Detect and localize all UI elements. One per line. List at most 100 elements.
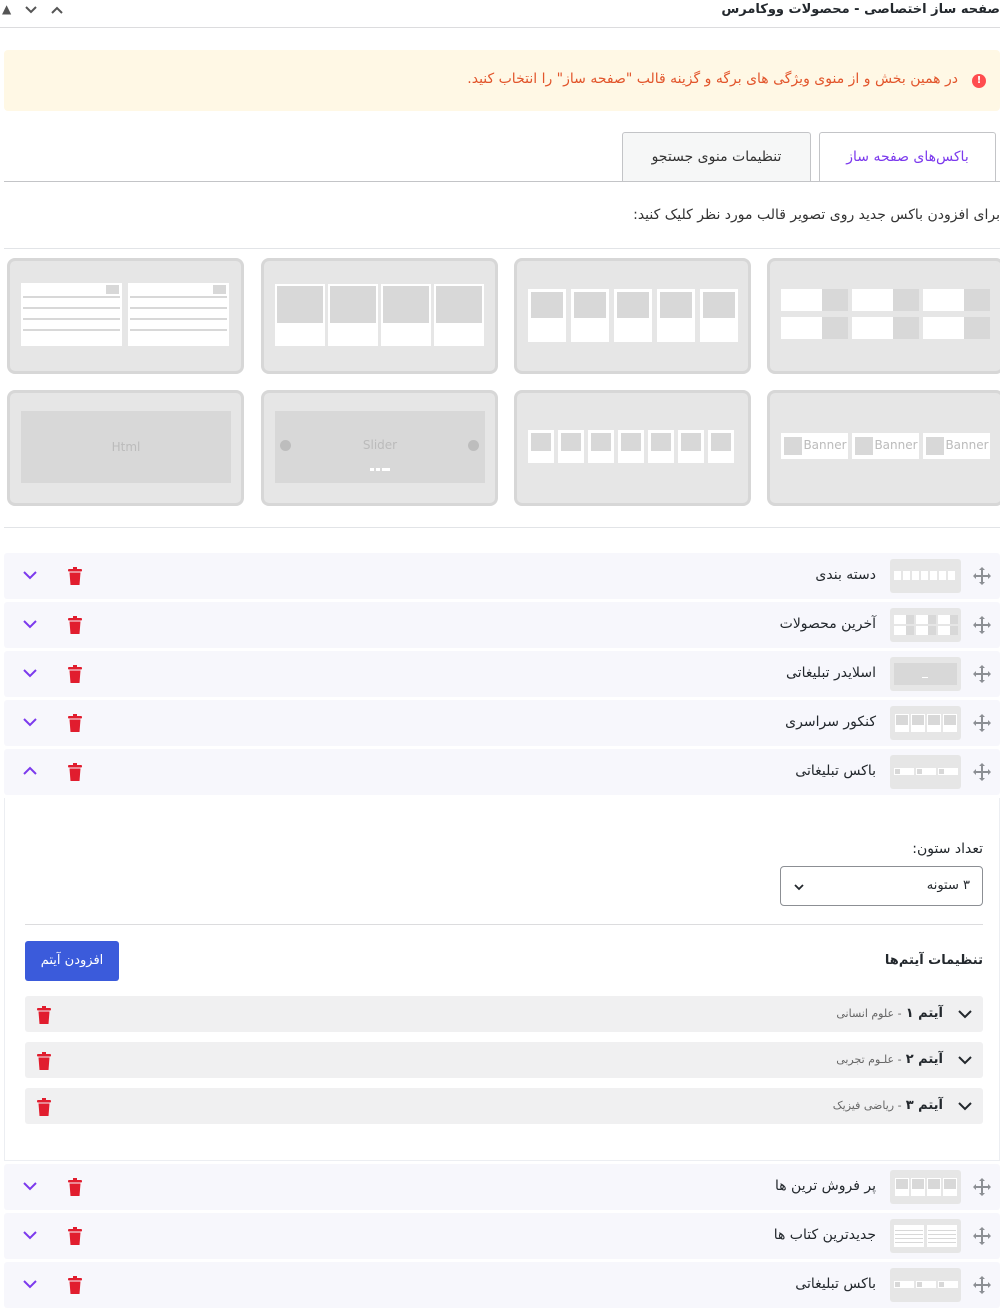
tabs-divider	[4, 181, 1000, 182]
chevron-down-icon[interactable]	[957, 1008, 973, 1020]
trash-icon[interactable]	[68, 567, 82, 585]
move-icon[interactable]	[972, 1226, 992, 1246]
chevron-down-icon[interactable]	[22, 1180, 38, 1192]
template-banner-grid[interactable]	[767, 258, 1000, 374]
box-name: باکس تبلیغاتی	[795, 1276, 876, 1292]
banner-label: Banner	[874, 438, 918, 452]
box-name: جدیدترین کتاب ها	[773, 1227, 876, 1243]
item-row[interactable]: آیتم ۳ - ریاضی فیزیک	[25, 1088, 983, 1124]
notice-box: ! در همین بخش و از منوی ویژگی های برگه و…	[4, 50, 1000, 111]
chevron-up-icon[interactable]	[50, 5, 64, 15]
divider	[4, 527, 1000, 528]
add-item-button[interactable]: افزودن آیتم	[25, 941, 119, 981]
banner-label: Banner	[803, 438, 847, 452]
divider	[4, 248, 1000, 249]
item-title: آیتم ۱	[905, 1006, 943, 1021]
caret-up-icon[interactable]: ▲	[2, 2, 11, 16]
trash-icon[interactable]	[68, 763, 82, 781]
item-row[interactable]: آیتم ۲ - علـوم تجربی	[25, 1042, 983, 1078]
chevron-down-icon[interactable]	[22, 618, 38, 630]
box-row[interactable]: باکس تبلیغاتی	[4, 749, 1000, 795]
item-subtitle: - علوم انسانی	[836, 1007, 902, 1020]
box-name: آخرین محصولات	[779, 616, 876, 632]
chevron-down-icon[interactable]	[957, 1100, 973, 1112]
box-thumbnail	[890, 608, 961, 642]
chevron-down-icon[interactable]	[957, 1054, 973, 1066]
move-icon[interactable]	[972, 713, 992, 733]
move-icon[interactable]	[972, 615, 992, 635]
box-thumbnail	[890, 706, 961, 740]
box-thumbnail	[890, 559, 961, 593]
slider-label: Slider	[362, 438, 398, 452]
columns-select[interactable]: ۳ ستونه	[780, 866, 983, 906]
box-thumbnail	[890, 1268, 961, 1302]
item-title-wrap: آیتم ۱ - علوم انسانی	[836, 1006, 943, 1021]
move-icon[interactable]	[972, 566, 992, 586]
columns-label: تعداد ستون:	[912, 841, 983, 857]
trash-icon[interactable]	[68, 616, 82, 634]
item-title-wrap: آیتم ۲ - علـوم تجربی	[836, 1052, 943, 1067]
box-row[interactable]: جدیدترین کتاب ها	[4, 1213, 1000, 1259]
template-four-products[interactable]	[261, 258, 498, 374]
chevron-down-icon[interactable]	[22, 667, 38, 679]
item-title: آیتم ۲	[905, 1052, 943, 1067]
box-row[interactable]: پر فروش ترین ها	[4, 1164, 1000, 1210]
trash-icon[interactable]	[68, 1227, 82, 1245]
postbox-header: ▲ صفحه ساز اختصاصی - محصولات ووکامرس	[0, 0, 1000, 28]
move-icon[interactable]	[972, 1275, 992, 1295]
item-subtitle: - علـوم تجربی	[836, 1053, 902, 1066]
box-name: باکس تبلیغاتی	[795, 763, 876, 779]
banner-label: Banner	[945, 438, 989, 452]
box-name: دسته بندی	[815, 567, 876, 583]
template-category-icons[interactable]	[514, 390, 751, 506]
box-row[interactable]: اسلایدر تبلیغاتی	[4, 651, 1000, 697]
trash-icon[interactable]	[37, 1098, 51, 1116]
item-title-wrap: آیتم ۳ - ریاضی فیزیک	[833, 1098, 943, 1113]
chevron-down-icon[interactable]	[22, 1278, 38, 1290]
page-title: صفحه ساز اختصاصی - محصولات ووکامرس	[721, 2, 1000, 17]
instruction-text: برای افزودن باکس جدید روی تصویر قالب مور…	[633, 207, 1000, 223]
exclamation-icon: !	[972, 74, 986, 88]
tab-search-menu-settings[interactable]: تنظیمات منوی جستجو	[622, 132, 811, 182]
trash-icon[interactable]	[68, 714, 82, 732]
chevron-down-icon[interactable]	[22, 569, 38, 581]
item-subtitle: - ریاضی فیزیک	[832, 1099, 902, 1112]
template-two-lists[interactable]	[7, 258, 244, 374]
box-row[interactable]: آخرین محصولات	[4, 602, 1000, 648]
trash-icon[interactable]	[37, 1006, 51, 1024]
box-name: اسلایدر تبلیغاتی	[786, 665, 876, 681]
box-name: پر فروش ترین ها	[774, 1178, 876, 1194]
box-row[interactable]: دسته بندی	[4, 553, 1000, 599]
move-icon[interactable]	[972, 1177, 992, 1197]
notice-text: در همین بخش و از منوی ویژگی های برگه و گ…	[467, 71, 958, 87]
box-row[interactable]: باکس تبلیغاتی	[4, 1262, 1000, 1308]
box-name: کنکور سراسری	[785, 714, 876, 730]
box-row[interactable]: کنکور سراسری	[4, 700, 1000, 746]
box-thumbnail	[890, 1170, 961, 1204]
panel-divider	[25, 924, 983, 925]
move-icon[interactable]	[972, 664, 992, 684]
trash-icon[interactable]	[37, 1052, 51, 1070]
box-thumbnail	[890, 755, 961, 789]
box-thumbnail	[890, 657, 961, 691]
item-title: آیتم ۳	[905, 1098, 943, 1113]
trash-icon[interactable]	[68, 1276, 82, 1294]
template-html[interactable]: Html	[7, 390, 244, 506]
columns-select-value: ۳ ستونه	[926, 878, 970, 893]
chevron-down-icon[interactable]	[24, 5, 38, 15]
box-thumbnail	[890, 1219, 961, 1253]
chevron-down-icon	[794, 884, 804, 891]
template-three-banners[interactable]: Banner Banner Banner	[767, 390, 1000, 506]
move-icon[interactable]	[972, 762, 992, 782]
item-row[interactable]: آیتم ۱ - علوم انسانی	[25, 996, 983, 1032]
template-five-products[interactable]	[514, 258, 751, 374]
tab-builder-boxes[interactable]: باکس‌های صفحه ساز	[819, 132, 996, 182]
chevron-up-icon[interactable]	[22, 765, 38, 777]
trash-icon[interactable]	[68, 665, 82, 683]
items-settings-label: تنظیمات آیتم‌ها	[884, 953, 983, 968]
trash-icon[interactable]	[68, 1178, 82, 1196]
chevron-down-icon[interactable]	[22, 1229, 38, 1241]
html-label: Html	[111, 440, 141, 454]
chevron-down-icon[interactable]	[22, 716, 38, 728]
template-slider[interactable]: Slider	[261, 390, 498, 506]
